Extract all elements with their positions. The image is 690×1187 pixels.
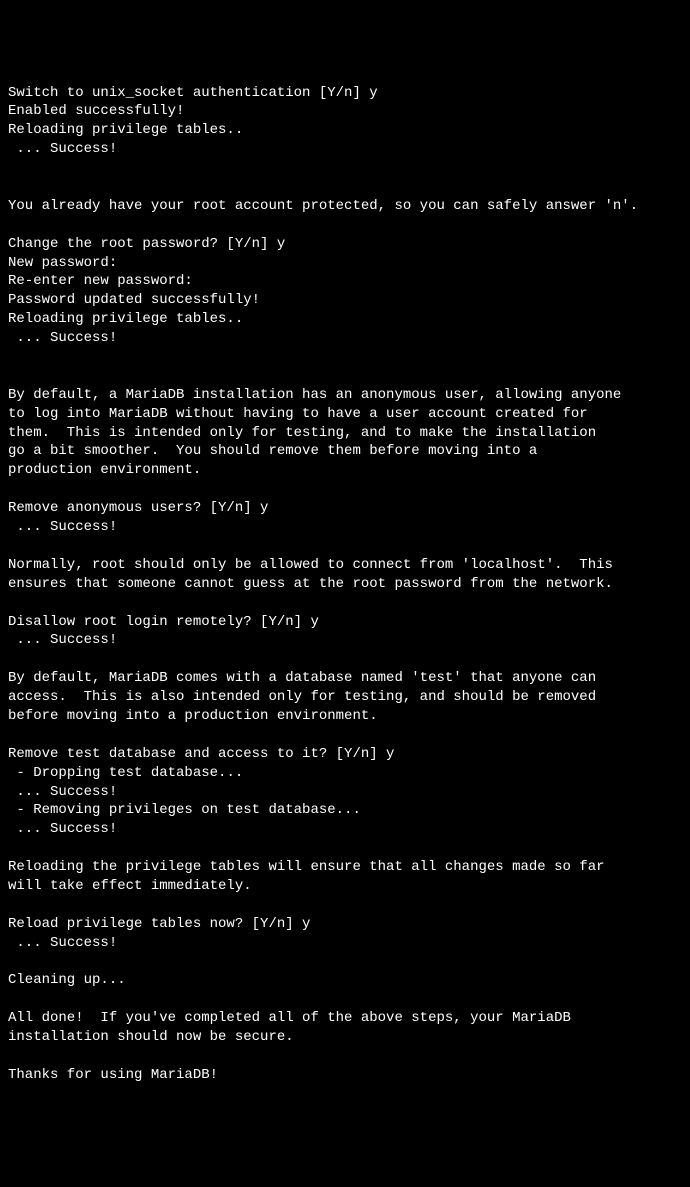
terminal-line: access. This is also intended only for t… xyxy=(8,688,682,707)
terminal-line: All done! If you've completed all of the… xyxy=(8,1009,682,1028)
terminal-line xyxy=(8,650,682,669)
terminal-line xyxy=(8,159,682,178)
terminal-line: Reloading the privilege tables will ensu… xyxy=(8,858,682,877)
terminal-line xyxy=(8,990,682,1009)
terminal-line xyxy=(8,480,682,499)
terminal-line xyxy=(8,953,682,972)
terminal-line: Remove anonymous users? [Y/n] y xyxy=(8,499,682,518)
terminal-line: New password: xyxy=(8,254,682,273)
terminal-line: will take effect immediately. xyxy=(8,877,682,896)
terminal-line: before moving into a production environm… xyxy=(8,707,682,726)
terminal-line xyxy=(8,367,682,386)
terminal-line: to log into MariaDB without having to ha… xyxy=(8,405,682,424)
terminal-line xyxy=(8,178,682,197)
terminal-line: them. This is intended only for testing,… xyxy=(8,424,682,443)
terminal-line: Enabled successfully! xyxy=(8,102,682,121)
terminal-line: ... Success! xyxy=(8,140,682,159)
terminal-line: ... Success! xyxy=(8,934,682,953)
terminal-line xyxy=(8,896,682,915)
terminal-line xyxy=(8,594,682,613)
terminal-line: You already have your root account prote… xyxy=(8,197,682,216)
terminal-line: - Dropping test database... xyxy=(8,764,682,783)
terminal-line: Re-enter new password: xyxy=(8,272,682,291)
terminal-line xyxy=(8,1047,682,1066)
terminal-line: Disallow root login remotely? [Y/n] y xyxy=(8,613,682,632)
terminal-line xyxy=(8,216,682,235)
terminal-line xyxy=(8,726,682,745)
terminal-line: go a bit smoother. You should remove the… xyxy=(8,442,682,461)
terminal-output: Switch to unix_socket authentication [Y/… xyxy=(8,84,682,1085)
terminal-line xyxy=(8,348,682,367)
terminal-line: Reload privilege tables now? [Y/n] y xyxy=(8,915,682,934)
terminal-line: ... Success! xyxy=(8,820,682,839)
terminal-line: - Removing privileges on test database..… xyxy=(8,801,682,820)
terminal-line: ... Success! xyxy=(8,518,682,537)
terminal-line: Password updated successfully! xyxy=(8,291,682,310)
terminal-line: Reloading privilege tables.. xyxy=(8,121,682,140)
terminal-line: ... Success! xyxy=(8,631,682,650)
terminal-line: Normally, root should only be allowed to… xyxy=(8,556,682,575)
terminal-line xyxy=(8,537,682,556)
terminal-line: ... Success! xyxy=(8,783,682,802)
terminal-line: By default, MariaDB comes with a databas… xyxy=(8,669,682,688)
terminal-line: Reloading privilege tables.. xyxy=(8,310,682,329)
terminal-line: production environment. xyxy=(8,461,682,480)
terminal-line: Switch to unix_socket authentication [Y/… xyxy=(8,84,682,103)
terminal-line: Thanks for using MariaDB! xyxy=(8,1066,682,1085)
terminal-line: ... Success! xyxy=(8,329,682,348)
terminal-line: Cleaning up... xyxy=(8,971,682,990)
terminal-line: Remove test database and access to it? [… xyxy=(8,745,682,764)
terminal-line: Change the root password? [Y/n] y xyxy=(8,235,682,254)
terminal-line: By default, a MariaDB installation has a… xyxy=(8,386,682,405)
terminal-line: ensures that someone cannot guess at the… xyxy=(8,575,682,594)
terminal-line xyxy=(8,839,682,858)
terminal-line: installation should now be secure. xyxy=(8,1028,682,1047)
